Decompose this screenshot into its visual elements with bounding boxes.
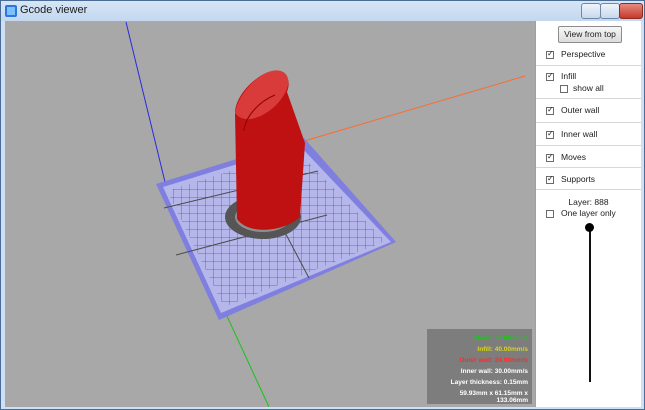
speed-info-panel: Move: 30.00mm/s Infill: 40.00mm/s Outer …: [427, 329, 532, 404]
infill-speed: Infill: 40.00mm/s: [477, 346, 528, 353]
inner-wall-row: Inner wall: [536, 123, 641, 146]
app-icon: [5, 5, 17, 17]
perspective-checkbox[interactable]: [546, 49, 554, 59]
perspective-label: Perspective: [561, 49, 606, 59]
perspective-row: Perspective: [536, 45, 641, 66]
gcode-viewport[interactable]: Move: 30.00mm/s Infill: 40.00mm/s Outer …: [5, 21, 535, 407]
one-layer-only-checkbox[interactable]: [546, 210, 554, 218]
moves-label: Moves: [561, 152, 587, 162]
inner-wall-speed: Inner wall: 30.00mm/s: [460, 368, 528, 375]
moves-checkbox[interactable]: [546, 152, 554, 162]
window-title: Gcode viewer: [20, 4, 88, 16]
client-area: Move: 30.00mm/s Infill: 40.00mm/s Outer …: [5, 21, 641, 407]
supports-row: Supports: [536, 168, 641, 190]
infill-row: Infill show all: [536, 66, 641, 99]
inner-wall-checkbox[interactable]: [546, 129, 554, 139]
model-dimensions: 59.93mm x 61.15mm x 133.06mm: [459, 390, 528, 404]
show-all-checkbox[interactable]: [560, 85, 568, 93]
one-layer-only-label: One layer only: [561, 208, 616, 218]
layer-slider-track[interactable]: [589, 227, 591, 382]
outer-wall-label: Outer wall: [561, 105, 600, 115]
layer-number: Layer: 888: [568, 197, 609, 207]
view-from-top-button[interactable]: View from top: [558, 26, 622, 43]
outer-wall-row: Outer wall: [536, 99, 641, 123]
layer-slider-thumb[interactable]: [585, 223, 594, 232]
move-speed: Move: 30.00mm/s: [474, 335, 528, 342]
close-button[interactable]: [619, 3, 643, 19]
outer-wall-checkbox[interactable]: [546, 105, 554, 115]
title-bar[interactable]: Gcode viewer: [1, 1, 644, 21]
infill-label: Infill: [561, 71, 577, 81]
inner-wall-label: Inner wall: [561, 129, 598, 139]
outer-wall-speed: Outer wall: 24.00mm/s: [459, 357, 528, 364]
infill-checkbox[interactable]: [546, 71, 554, 81]
control-panel: View from top Perspective Infill show al…: [535, 21, 641, 407]
maximize-button[interactable]: [600, 3, 620, 19]
app-window: Gcode viewer Move: 30.00mm/s Infill: 40.…: [0, 0, 645, 410]
layer-thickness: Layer thickness: 0.15mm: [450, 379, 528, 386]
minimize-button[interactable]: [581, 3, 601, 19]
z-axis: [125, 21, 166, 183]
show-all-label: show all: [573, 83, 604, 93]
moves-row: Moves: [536, 146, 641, 168]
supports-checkbox[interactable]: [546, 174, 554, 184]
supports-label: Supports: [561, 174, 596, 184]
